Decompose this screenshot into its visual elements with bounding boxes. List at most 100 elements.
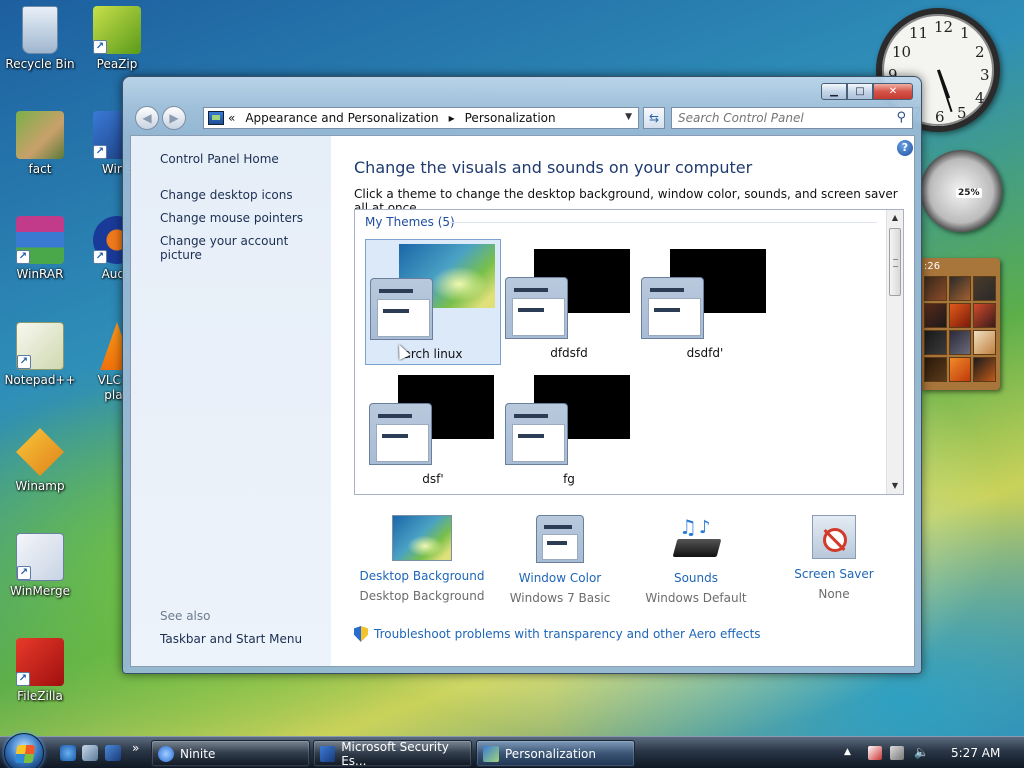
shortcut-arrow-icon: ↗ bbox=[93, 40, 107, 54]
internet-explorer-icon[interactable] bbox=[60, 745, 76, 761]
picture-puzzle-gadget[interactable]: :26 bbox=[920, 258, 1000, 390]
theme-name: dsdfd' bbox=[686, 346, 724, 360]
desktop-icon-recycle-bin[interactable]: Recycle Bin bbox=[0, 6, 80, 72]
puzzle-tile[interactable] bbox=[924, 357, 947, 382]
control-panel-icon bbox=[208, 111, 224, 125]
search-icon[interactable]: ⚲ bbox=[896, 110, 906, 125]
theme-item-arch-linux[interactable]: arch linux bbox=[365, 239, 501, 365]
back-button[interactable]: ◀ bbox=[135, 106, 159, 130]
puzzle-tile[interactable] bbox=[924, 330, 947, 355]
desktop-icon-filezilla[interactable]: ↗ FileZilla bbox=[0, 638, 80, 704]
shortcut-arrow-icon: ↗ bbox=[93, 145, 107, 159]
puzzle-grid[interactable] bbox=[924, 276, 996, 382]
puzzle-tile[interactable] bbox=[924, 303, 947, 328]
breadcrumb-personalization[interactable]: Personalization bbox=[465, 111, 556, 125]
minimize-button[interactable]: ▁ bbox=[821, 83, 847, 100]
taskbar-button-microsoft-security[interactable]: Microsoft Security Es... bbox=[313, 739, 472, 768]
themes-list[interactable]: My Themes (5) arch linux dfdsfd dsdfd' d… bbox=[354, 209, 904, 495]
puzzle-tile[interactable] bbox=[973, 303, 996, 328]
taskbar-button-personalization[interactable]: Personalization bbox=[476, 740, 635, 767]
personalization-window[interactable]: ▁ □ ✕ ◀ ▶ « Appearance and Personalizati… bbox=[122, 76, 922, 674]
my-themes-group-header[interactable]: My Themes (5) bbox=[365, 215, 455, 229]
desktop-icon-fact[interactable]: fact bbox=[0, 111, 80, 177]
puzzle-tile[interactable] bbox=[948, 303, 972, 328]
shortcut-arrow-icon: ↗ bbox=[17, 355, 31, 369]
puzzle-tile[interactable] bbox=[948, 357, 972, 382]
shortcut-arrow-icon: ↗ bbox=[17, 566, 31, 580]
desktop-icon-winamp[interactable]: Winamp bbox=[0, 428, 80, 494]
winamp-icon bbox=[16, 428, 64, 476]
refresh-icon: ⇆ bbox=[648, 111, 660, 125]
search-box[interactable]: ⚲ bbox=[671, 107, 913, 129]
breadcrumb-appearance[interactable]: Appearance and Personalization bbox=[245, 111, 438, 125]
maximize-button[interactable]: □ bbox=[847, 83, 873, 100]
taskbar-button-label: Personalization bbox=[505, 746, 596, 761]
window-color-preview-icon bbox=[505, 403, 568, 465]
taskbar-button-ninite[interactable]: Ninite bbox=[151, 740, 310, 767]
breadcrumb-overflow[interactable]: « bbox=[228, 111, 235, 125]
scrollbar-thumb[interactable] bbox=[889, 228, 901, 296]
scroll-up-arrow-icon[interactable]: ▲ bbox=[887, 210, 903, 226]
start-button[interactable] bbox=[4, 733, 44, 768]
window-color-link[interactable]: Window Color bbox=[492, 571, 628, 585]
switch-windows-icon[interactable] bbox=[82, 745, 98, 761]
forward-button[interactable]: ▶ bbox=[162, 106, 186, 130]
taskbar-button-label: Microsoft Security Es... bbox=[341, 739, 449, 768]
show-desktop-icon[interactable] bbox=[105, 745, 121, 761]
screen-saver-value: None bbox=[818, 587, 850, 601]
desktop-background-option[interactable]: Desktop Background Desktop Background bbox=[354, 515, 490, 603]
troubleshoot-aero-link[interactable]: Troubleshoot problems with transparency … bbox=[354, 626, 761, 642]
caption-buttons: ▁ □ ✕ bbox=[821, 83, 913, 100]
puzzle-tile[interactable] bbox=[973, 357, 996, 382]
screen-saver-option[interactable]: Screen Saver None bbox=[766, 515, 902, 601]
network-icon[interactable] bbox=[890, 746, 904, 760]
taskbar-start-menu-link[interactable]: Taskbar and Start Menu bbox=[160, 632, 302, 646]
show-hidden-icons-icon[interactable]: ▲ bbox=[844, 747, 858, 761]
theme-item-fg[interactable]: fg bbox=[501, 365, 637, 491]
theme-item-dfdsfd[interactable]: dfdsfd bbox=[501, 239, 637, 365]
puzzle-tile[interactable] bbox=[948, 330, 972, 355]
address-dropdown-icon[interactable]: ▼ bbox=[625, 112, 632, 122]
navigation-bar: ◀ ▶ « Appearance and Personalization ▸ P… bbox=[131, 105, 915, 131]
group-divider bbox=[450, 222, 877, 223]
change-mouse-pointers-link[interactable]: Change mouse pointers bbox=[160, 211, 303, 225]
desktop-icon-peazip[interactable]: ↗ PeaZip bbox=[77, 6, 157, 72]
scroll-down-arrow-icon[interactable]: ▼ bbox=[887, 478, 903, 494]
puzzle-tile[interactable] bbox=[948, 276, 972, 301]
window-color-option[interactable]: Window Color Windows 7 Basic bbox=[492, 515, 628, 605]
puzzle-tile[interactable] bbox=[973, 276, 996, 301]
cpu-meter-gadget[interactable]: 25% bbox=[920, 150, 1002, 232]
desktop-background-link[interactable]: Desktop Background bbox=[354, 569, 490, 583]
change-account-picture-link[interactable]: Change your account picture bbox=[160, 234, 331, 262]
clock-number: 2 bbox=[975, 43, 985, 61]
action-center-flag-icon[interactable] bbox=[868, 746, 882, 760]
sounds-link[interactable]: Sounds bbox=[628, 571, 764, 585]
desktop-icon-label: PeaZip bbox=[96, 57, 138, 71]
sounds-option[interactable]: ♫ ♪ Sounds Windows Default bbox=[628, 515, 764, 605]
theme-item-dsf[interactable]: dsf' bbox=[365, 365, 501, 491]
volume-icon[interactable]: 🔈 bbox=[914, 745, 929, 759]
close-button[interactable]: ✕ bbox=[873, 83, 913, 100]
screen-saver-link[interactable]: Screen Saver bbox=[766, 567, 902, 581]
control-panel-home-link[interactable]: Control Panel Home bbox=[160, 152, 279, 166]
taskbar: » Ninite Microsoft Security Es... Person… bbox=[0, 733, 1024, 768]
taskbar-clock[interactable]: 5:27 AM bbox=[951, 746, 1000, 760]
help-button[interactable]: ? bbox=[897, 140, 913, 156]
quick-launch-overflow-button[interactable]: » bbox=[132, 741, 139, 755]
address-bar[interactable]: « Appearance and Personalization ▸ Perso… bbox=[203, 107, 639, 129]
themes-scrollbar[interactable]: ▲ ▼ bbox=[886, 210, 903, 494]
breadcrumb-separator[interactable]: ▸ bbox=[449, 111, 455, 125]
desktop-icon-notepadpp[interactable]: ↗ Notepad++ bbox=[0, 322, 80, 388]
window-color-value: Windows 7 Basic bbox=[509, 591, 611, 605]
desktop-icon-winmerge[interactable]: ↗ WinMerge bbox=[0, 533, 80, 599]
theme-item-dsdfd[interactable]: dsdfd' bbox=[637, 239, 773, 365]
shortcut-arrow-icon: ↗ bbox=[16, 672, 30, 686]
refresh-button[interactable]: ⇆ bbox=[643, 107, 665, 129]
change-desktop-icons-link[interactable]: Change desktop icons bbox=[160, 188, 293, 202]
main-pane: ? Change the visuals and sounds on your … bbox=[354, 136, 913, 666]
search-input[interactable] bbox=[678, 108, 888, 128]
shortcut-arrow-icon: ↗ bbox=[93, 250, 107, 264]
puzzle-tile[interactable] bbox=[924, 276, 947, 301]
desktop-icon-winrar[interactable]: ↗ WinRAR bbox=[0, 216, 80, 282]
puzzle-tile[interactable] bbox=[973, 330, 996, 355]
